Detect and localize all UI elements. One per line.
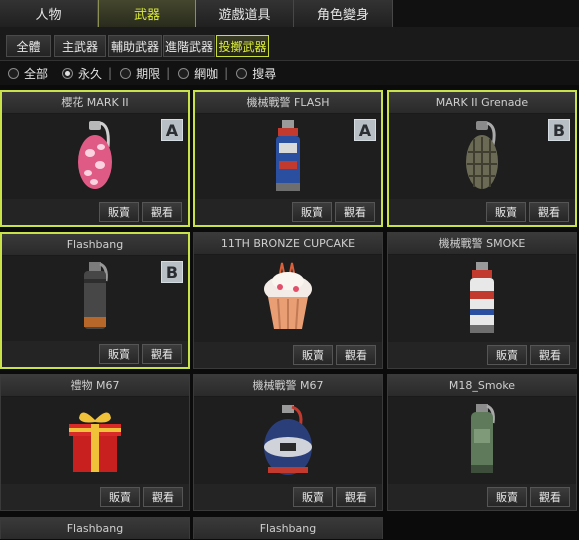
item-image xyxy=(388,397,576,484)
filter-limited[interactable]: 期限 xyxy=(120,65,160,82)
item-card[interactable]: 禮物 M67 販賣 觀看 xyxy=(0,374,190,511)
item-name: Flashbang xyxy=(2,234,188,256)
filter-netcafe[interactable]: 網咖 xyxy=(178,65,218,82)
view-button[interactable]: 觀看 xyxy=(530,345,570,365)
sell-button[interactable]: 販賣 xyxy=(100,487,140,507)
frag-grenade-icon xyxy=(466,120,498,189)
radio-icon xyxy=(120,67,132,79)
item-image xyxy=(194,397,382,484)
subtab-advanced[interactable]: 進階武器 xyxy=(163,35,215,57)
filter-label: 期限 xyxy=(136,66,161,81)
item-card[interactable]: 機械戰警 FLASH A 販賣 觀看 xyxy=(193,90,383,227)
divider: | xyxy=(166,66,171,80)
filter-label: 網咖 xyxy=(194,66,219,81)
sell-button[interactable]: 販賣 xyxy=(292,202,332,222)
robocop-smoke-icon xyxy=(470,261,494,333)
grade-badge: A xyxy=(354,119,376,141)
grade-badge: B xyxy=(548,119,570,141)
item-name: 機械戰警 SMOKE xyxy=(388,233,576,255)
item-card[interactable]: Flashbang B 販賣 觀看 xyxy=(0,232,190,369)
tab-game-items[interactable]: 遊戲道具 xyxy=(196,0,294,27)
robocop-m67-icon xyxy=(264,404,312,475)
tab-character[interactable]: 人物 xyxy=(0,0,98,27)
view-button[interactable]: 觀看 xyxy=(530,487,570,507)
tab-bar-filler xyxy=(393,0,579,27)
item-image xyxy=(1,397,189,484)
top-tabs: 人物 武器 遊戲道具 角色變身 xyxy=(0,0,579,27)
divider: | xyxy=(108,66,113,80)
item-image xyxy=(388,255,576,342)
item-card[interactable]: 機械戰警 SMOKE 販賣 觀看 xyxy=(387,232,577,369)
cupcake-icon xyxy=(264,262,312,329)
tab-weapons[interactable]: 武器 xyxy=(98,0,196,27)
gift-box-icon xyxy=(69,411,121,472)
view-button[interactable]: 觀看 xyxy=(143,487,183,507)
tab-transform[interactable]: 角色變身 xyxy=(294,0,393,27)
filter-all[interactable]: 全部 xyxy=(8,65,48,82)
sell-button[interactable]: 販賣 xyxy=(486,202,526,222)
filter-label: 全部 xyxy=(24,66,49,81)
item-grid: 櫻花 MARK II A 販賣 觀看 機械戰警 FLASH A 販賣 觀看 MA… xyxy=(0,90,579,540)
item-name: 禮物 M67 xyxy=(1,375,189,397)
sell-button[interactable]: 販賣 xyxy=(293,345,333,365)
grade-badge: A xyxy=(161,119,183,141)
radio-icon xyxy=(236,67,248,79)
item-card[interactable]: 11TH BRONZE CUPCAKE 販賣 觀看 xyxy=(193,232,383,369)
flashbang-icon xyxy=(84,261,108,329)
subtab-primary[interactable]: 主武器 xyxy=(54,35,106,57)
smoke-grenade-icon xyxy=(471,403,495,473)
radio-icon xyxy=(8,67,19,79)
divider: | xyxy=(224,66,229,80)
item-name: M18_Smoke xyxy=(388,375,576,397)
radio-icon xyxy=(178,67,190,79)
item-name: MARK II Grenade xyxy=(389,92,575,114)
item-name: 11TH BRONZE CUPCAKE xyxy=(194,233,382,255)
sell-button[interactable]: 販賣 xyxy=(487,487,527,507)
sell-button[interactable]: 販賣 xyxy=(293,487,333,507)
sell-button[interactable]: 販賣 xyxy=(99,202,139,222)
robocop-flash-icon xyxy=(276,119,300,191)
filter-bar: 全部 永久 | 期限 | 網咖 | 搜尋 xyxy=(0,61,579,85)
sell-button[interactable]: 販賣 xyxy=(487,345,527,365)
grade-badge: B xyxy=(161,261,183,283)
view-button[interactable]: 觀看 xyxy=(529,202,569,222)
item-card[interactable]: M18_Smoke 販賣 觀看 xyxy=(387,374,577,511)
item-card[interactable]: MARK II Grenade B 販賣 觀看 xyxy=(387,90,577,227)
weapon-category-tabs: 全體 主武器 輔助武器 進階武器 投擲武器 xyxy=(0,27,579,61)
view-button[interactable]: 觀看 xyxy=(335,202,375,222)
item-card-partial[interactable]: Flashbang xyxy=(0,517,190,539)
filter-label: 永久 xyxy=(78,66,103,81)
item-name: 櫻花 MARK II xyxy=(2,92,188,114)
item-name: 機械戰警 M67 xyxy=(194,375,382,397)
radio-checked-icon xyxy=(62,67,74,79)
subtab-throwing[interactable]: 投擲武器 xyxy=(216,35,269,57)
view-button[interactable]: 觀看 xyxy=(142,344,182,364)
filter-label: 搜尋 xyxy=(252,66,277,81)
sell-button[interactable]: 販賣 xyxy=(99,344,139,364)
item-image xyxy=(194,255,382,342)
item-name: 機械戰警 FLASH xyxy=(195,92,381,114)
view-button[interactable]: 觀看 xyxy=(142,202,182,222)
subtab-all[interactable]: 全體 xyxy=(6,35,51,57)
item-card[interactable]: 機械戰警 M67 販賣 觀看 xyxy=(193,374,383,511)
sakura-grenade-icon xyxy=(78,120,112,189)
view-button[interactable]: 觀看 xyxy=(336,345,376,365)
subtab-secondary[interactable]: 輔助武器 xyxy=(108,35,162,57)
filter-permanent[interactable]: 永久 xyxy=(62,65,102,82)
filter-search[interactable]: 搜尋 xyxy=(236,65,276,82)
item-card-partial[interactable]: Flashbang xyxy=(193,517,383,539)
view-button[interactable]: 觀看 xyxy=(336,487,376,507)
item-card[interactable]: 櫻花 MARK II A 販賣 觀看 xyxy=(0,90,190,227)
